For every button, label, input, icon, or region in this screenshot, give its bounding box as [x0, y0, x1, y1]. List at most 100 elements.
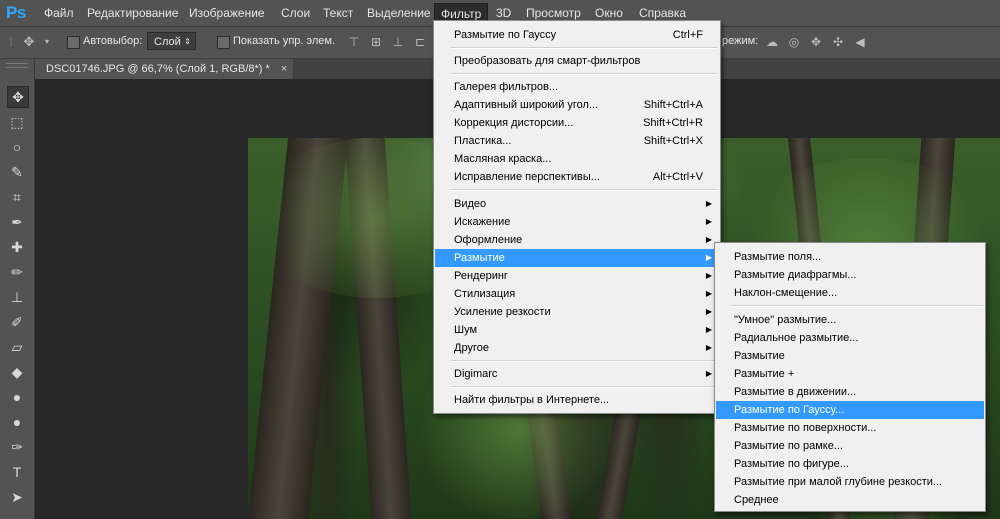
submenu-arrow-icon: ▶: [705, 325, 712, 334]
autoselect-target-select[interactable]: Слой ⇕: [147, 32, 196, 50]
menu-item-other[interactable]: Другое ▶: [435, 339, 719, 357]
menu-window[interactable]: Окно: [589, 5, 629, 21]
menu-item-video[interactable]: Видео ▶: [435, 195, 719, 213]
align-left-icon[interactable]: ⊏: [413, 35, 427, 49]
move-tool-icon[interactable]: ✥: [22, 35, 36, 49]
quick-select-tool-icon[interactable]: ✎: [7, 162, 27, 182]
menu-item-adaptive-wide-angle[interactable]: Адаптивный широкий угол... Shift+Ctrl+A: [435, 96, 719, 114]
filter-menu-dropdown: Размытие по Гауссу Ctrl+F Преобразовать д…: [433, 20, 721, 414]
show-transform-label: Показать упр. элем.: [233, 35, 336, 47]
menu-item-blur[interactable]: Размытие ▶: [435, 249, 719, 267]
submenu-arrow-icon: ▶: [705, 253, 712, 262]
mode-3d-label: режим:: [722, 35, 759, 47]
menu-item-smart-filters[interactable]: Преобразовать для смарт-фильтров: [435, 52, 719, 70]
menu-item-noise[interactable]: Шум ▶: [435, 321, 719, 339]
submenu-item-tilt-shift[interactable]: Наклон-смещение...: [716, 284, 984, 302]
clone-stamp-tool-icon[interactable]: ⊥: [7, 287, 27, 307]
menu-separator: [451, 189, 717, 191]
menu-3d[interactable]: 3D: [490, 5, 517, 21]
submenu-item-motion-blur[interactable]: Размытие в движении...: [716, 383, 984, 401]
align-vcenter-icon[interactable]: ⊞: [369, 35, 383, 49]
align-top-icon[interactable]: ⊤: [347, 35, 361, 49]
crop-tool-icon[interactable]: ⌗: [7, 187, 27, 207]
align-bottom-icon[interactable]: ⊥: [391, 35, 405, 49]
menu-file[interactable]: Файл: [38, 5, 80, 21]
blur-tool-icon[interactable]: ●: [7, 387, 27, 407]
3d-rotate-icon[interactable]: ☁: [765, 35, 779, 49]
menu-item-render[interactable]: Рендеринг ▶: [435, 267, 719, 285]
menu-item-vanishing-point[interactable]: Исправление перспективы... Alt+Ctrl+V: [435, 168, 719, 186]
menu-item-distort[interactable]: Искажение ▶: [435, 213, 719, 231]
menu-item-liquify[interactable]: Пластика... Shift+Ctrl+X: [435, 132, 719, 150]
panel-grip[interactable]: [6, 63, 28, 68]
menu-separator: [451, 47, 717, 49]
submenu-item-surface-blur[interactable]: Размытие по поверхности...: [716, 419, 984, 437]
submenu-arrow-icon: ▶: [705, 217, 712, 226]
healing-brush-tool-icon[interactable]: ✚: [7, 237, 27, 257]
3d-scale-icon[interactable]: ◀: [853, 35, 867, 49]
menu-edit[interactable]: Редактирование: [81, 5, 184, 21]
history-brush-tool-icon[interactable]: ✐: [7, 312, 27, 332]
document-tab[interactable]: DSC01746.JPG @ 66,7% (Слой 1, RGB/8*) * …: [34, 59, 294, 79]
3d-slide-icon[interactable]: ✣: [831, 35, 845, 49]
tool-preset-chevron-icon[interactable]: ▾: [40, 35, 54, 49]
path-selection-tool-icon[interactable]: ➤: [7, 487, 27, 507]
submenu-arrow-icon: ▶: [705, 369, 712, 378]
pen-tool-icon[interactable]: ✑: [7, 437, 27, 457]
select-arrows-icon: ⇕: [184, 37, 191, 46]
autoselect-checkbox[interactable]: [67, 36, 80, 49]
submenu-item-field-blur[interactable]: Размытие поля...: [716, 248, 984, 266]
menu-item-digimarc[interactable]: Digimarc ▶: [435, 365, 719, 383]
menu-view[interactable]: Просмотр: [520, 5, 587, 21]
paint-bucket-tool-icon[interactable]: ◆: [7, 362, 27, 382]
submenu-arrow-icon: ▶: [705, 199, 712, 208]
submenu-item-blur-more[interactable]: Размытие +: [716, 365, 984, 383]
menu-select[interactable]: Выделение: [361, 5, 437, 21]
submenu-arrow-icon: ▶: [705, 307, 712, 316]
submenu-arrow-icon: ▶: [705, 235, 712, 244]
submenu-item-smart-blur[interactable]: "Умное" размытие...: [716, 311, 984, 329]
document-tab-title: DSC01746.JPG @ 66,7% (Слой 1, RGB/8*) *: [46, 63, 270, 75]
autoselect-label: Автовыбор:: [83, 35, 143, 47]
submenu-item-radial-blur[interactable]: Радиальное размытие...: [716, 329, 984, 347]
show-transform-checkbox[interactable]: [217, 36, 230, 49]
menu-item-last-filter[interactable]: Размытие по Гауссу Ctrl+F: [435, 26, 719, 44]
submenu-item-box-blur[interactable]: Размытие по рамке...: [716, 437, 984, 455]
dodge-tool-icon[interactable]: ●: [7, 412, 27, 432]
submenu-item-iris-blur[interactable]: Размытие диафрагмы...: [716, 266, 984, 284]
menu-layers[interactable]: Слои: [275, 5, 316, 21]
brush-tool-icon[interactable]: ✏: [7, 262, 27, 282]
menu-item-sharpen[interactable]: Усиление резкости ▶: [435, 303, 719, 321]
submenu-arrow-icon: ▶: [705, 271, 712, 280]
menu-item-pixelate[interactable]: Оформление ▶: [435, 231, 719, 249]
marquee-tool-icon[interactable]: ⬚: [7, 112, 27, 132]
menu-item-stylize[interactable]: Стилизация ▶: [435, 285, 719, 303]
submenu-arrow-icon: ▶: [705, 289, 712, 298]
panel-grip-icon: ⁞: [9, 35, 13, 49]
close-tab-icon[interactable]: ×: [281, 63, 287, 75]
submenu-item-lens-blur[interactable]: Размытие при малой глубине резкости...: [716, 473, 984, 491]
menu-help[interactable]: Справка: [633, 5, 692, 21]
menu-separator: [451, 386, 717, 388]
submenu-item-average[interactable]: Среднее: [716, 491, 984, 509]
menu-separator: [451, 360, 717, 362]
menu-separator: [451, 73, 717, 75]
menu-item-browse-filters-online[interactable]: Найти фильтры в Интернете...: [435, 391, 719, 409]
submenu-item-shape-blur[interactable]: Размытие по фигуре...: [716, 455, 984, 473]
submenu-item-gaussian-blur[interactable]: Размытие по Гауссу...: [716, 401, 984, 419]
menu-type[interactable]: Текст: [317, 5, 359, 21]
eyedropper-tool-icon[interactable]: ✒: [7, 212, 27, 232]
3d-drag-icon[interactable]: ✥: [809, 35, 823, 49]
eraser-tool-icon[interactable]: ▱: [7, 337, 27, 357]
menu-item-oil-paint[interactable]: Масляная краска...: [435, 150, 719, 168]
submenu-item-blur[interactable]: Размытие: [716, 347, 984, 365]
3d-roll-icon[interactable]: ◎: [787, 35, 801, 49]
menu-item-lens-correction[interactable]: Коррекция дисторсии... Shift+Ctrl+R: [435, 114, 719, 132]
blur-submenu: Размытие поля... Размытие диафрагмы... Н…: [714, 242, 986, 512]
move-tool-icon[interactable]: ✥: [7, 86, 29, 108]
type-tool-icon[interactable]: T: [7, 462, 27, 482]
menu-item-filter-gallery[interactable]: Галерея фильтров...: [435, 78, 719, 96]
menu-image[interactable]: Изображение: [183, 5, 271, 21]
tools-panel: ✥ ⬚ ○ ✎ ⌗ ✒ ✚ ✏ ⊥ ✐ ▱ ◆ ● ● ✑ T ➤: [0, 59, 35, 519]
lasso-tool-icon[interactable]: ○: [7, 137, 27, 157]
